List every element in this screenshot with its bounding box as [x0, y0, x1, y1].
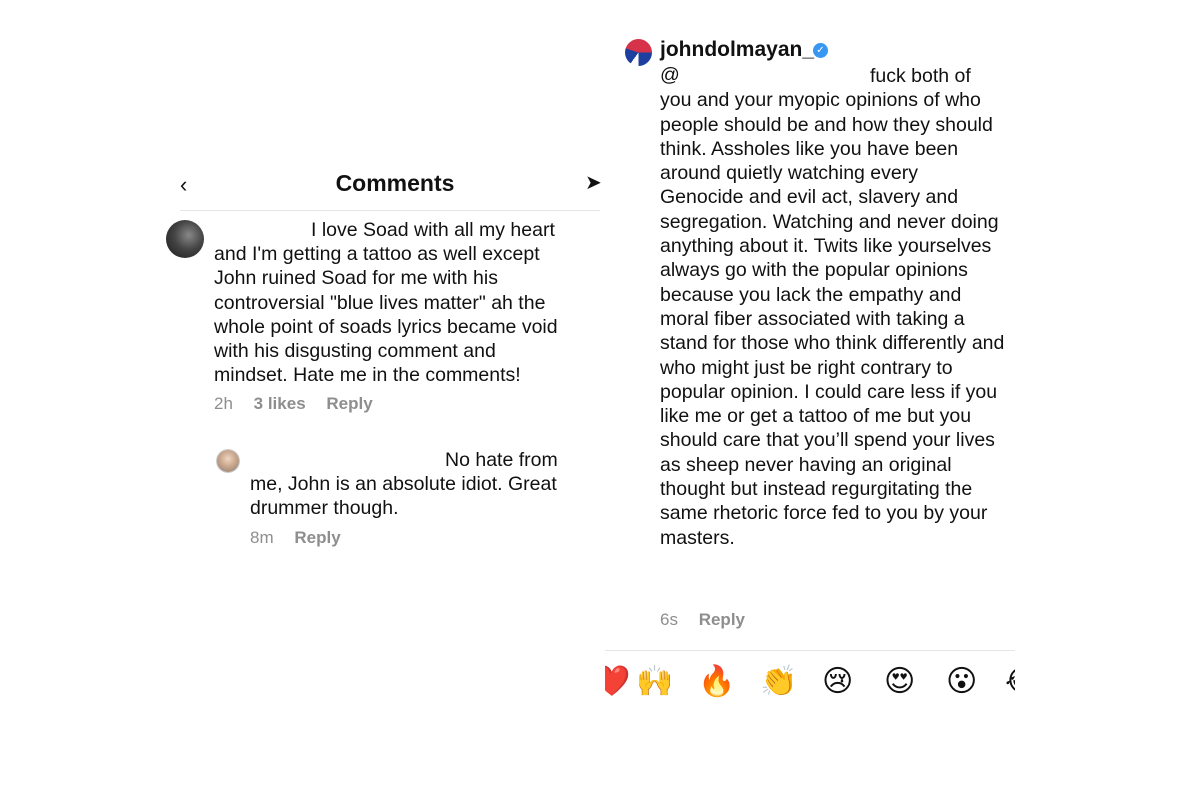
comment-time: 2h	[214, 394, 233, 413]
avatar[interactable]	[217, 450, 239, 472]
emoji-heart[interactable]: ❤️	[605, 662, 630, 702]
avatar[interactable]	[166, 220, 204, 258]
reply-text: fuck both of you and your myopic opinion…	[660, 65, 1005, 549]
emoji-heart-eyes[interactable]: 😍	[884, 662, 915, 702]
comments-panel-left: ‹ Comments ➤ I love Soad with all my hea…	[166, 160, 602, 600]
comment-text: No hate from me, John is an absolute idi…	[250, 449, 558, 520]
avatar[interactable]	[625, 39, 652, 66]
comment-text: I love Soad with all my heart and I'm ge…	[214, 219, 558, 387]
send-icon[interactable]: ➤	[585, 170, 602, 195]
comment-time: 8m	[250, 528, 274, 547]
verified-badge-icon: ✓	[813, 43, 828, 58]
comments-title: Comments	[335, 170, 455, 196]
likes-count[interactable]: 3 likes	[254, 394, 306, 413]
emoji-surprised[interactable]: 😮	[946, 662, 977, 702]
reply-panel-right: johndolmayan_ ✓ @ fuck both of you and y…	[605, 30, 1015, 720]
comment-meta: 8m Reply	[250, 528, 357, 548]
reply-meta: 6s Reply	[660, 610, 761, 630]
emoji-fire[interactable]: 🔥	[698, 662, 735, 702]
emoji-laughing[interactable]: 😂	[1005, 662, 1015, 702]
comment-time: 6s	[660, 610, 678, 629]
reply-button[interactable]: Reply	[699, 610, 745, 629]
comment-meta: 2h 3 likes Reply	[214, 394, 389, 414]
header-divider	[180, 210, 600, 211]
emoji-quick-reactions: ❤️ 🙌 🔥 👏 😢 😍 😮 😂	[605, 662, 1015, 702]
username[interactable]: johndolmayan_	[660, 38, 814, 62]
emoji-raised-hands[interactable]: 🙌	[636, 662, 673, 702]
emoji-divider	[605, 650, 1015, 651]
emoji-crying[interactable]: 😢	[822, 662, 853, 702]
emoji-clapping[interactable]: 👏	[760, 662, 797, 702]
reply-button[interactable]: Reply	[294, 528, 340, 547]
reply-button[interactable]: Reply	[326, 394, 372, 413]
